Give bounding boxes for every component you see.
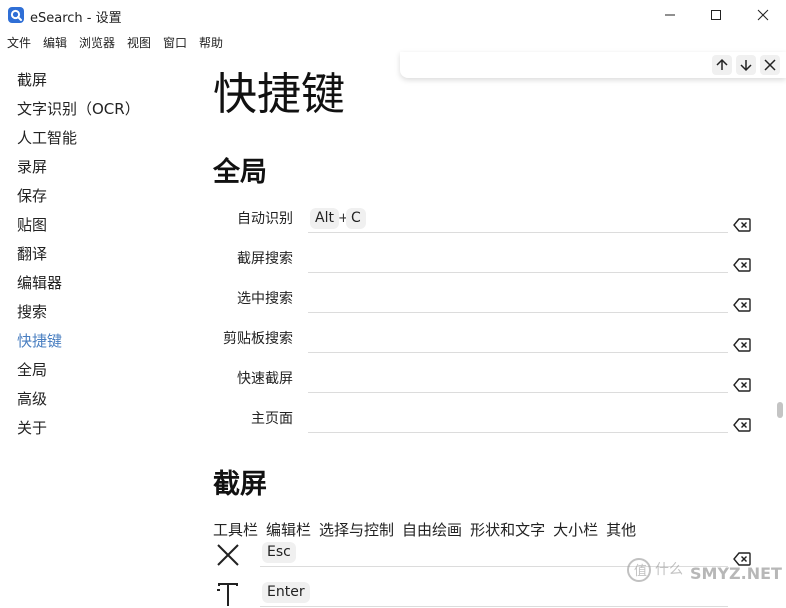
- sidebar-item-about[interactable]: 关于: [17, 417, 47, 438]
- close-icon: [757, 9, 769, 21]
- menu-help[interactable]: 帮助: [199, 34, 223, 51]
- sidebar-item-save[interactable]: 保存: [17, 185, 47, 206]
- svg-text:值: 值: [634, 563, 647, 579]
- shortcut-field-auto-ocr[interactable]: Alt + C: [308, 206, 728, 233]
- sidebar-item-ai[interactable]: 人工智能: [17, 127, 77, 148]
- shortcut-label-auto-ocr: 自动识别: [237, 211, 293, 227]
- sidebar-item-translate[interactable]: 翻译: [17, 243, 47, 264]
- esearch-app-icon: [8, 7, 24, 23]
- clear-shortcut-icon[interactable]: [733, 378, 751, 392]
- clear-shortcut-icon[interactable]: [733, 258, 751, 272]
- sidebar-item-advanced[interactable]: 高级: [17, 388, 47, 409]
- shortcut-label-screenshot-search: 截屏搜索: [237, 251, 293, 267]
- find-close-button[interactable]: [760, 55, 780, 75]
- screenshot-tabs: 工具栏 编辑栏 选择与控制 自由绘画 形状和文字 大小栏 其他: [213, 519, 644, 540]
- close-icon: [217, 544, 239, 566]
- watermark: 值 什么 SMYZ.NET: [625, 548, 785, 588]
- menu-window[interactable]: 窗口: [163, 34, 187, 51]
- maximize-button[interactable]: [693, 0, 739, 30]
- shortcut-field-selection-search[interactable]: [308, 286, 728, 313]
- sidebar-item-search[interactable]: 搜索: [17, 301, 47, 322]
- key-chip: Esc: [262, 542, 296, 563]
- shortcut-label-main-page: 主页面: [251, 411, 293, 427]
- shortcut-field-clipboard-search[interactable]: [308, 326, 728, 353]
- menu-edit[interactable]: 编辑: [43, 34, 67, 51]
- page-title: 快捷键: [213, 69, 345, 120]
- tab-toolbar[interactable]: 工具栏: [213, 521, 258, 539]
- tab-size-bar[interactable]: 大小栏: [553, 521, 598, 539]
- scrollbar-thumb[interactable]: [777, 402, 783, 418]
- section-title-screenshot: 截屏: [213, 469, 267, 500]
- watermark-logo-icon: 值 什么: [627, 558, 683, 582]
- sidebar-item-screenshot[interactable]: 截屏: [17, 69, 47, 90]
- find-bar: [400, 52, 786, 78]
- key-chip: Alt: [310, 208, 339, 229]
- close-window-button[interactable]: [740, 0, 786, 30]
- minimize-icon: [665, 14, 675, 16]
- title-bar: eSearch - 设置: [0, 0, 786, 30]
- tab-shape-text[interactable]: 形状和文字: [470, 521, 545, 539]
- watermark-text: SMYZ.NET: [690, 564, 782, 583]
- key-chip: C: [346, 208, 366, 229]
- sidebar-item-editor[interactable]: 编辑器: [17, 272, 62, 293]
- shortcut-field-quick-screenshot[interactable]: [308, 366, 728, 393]
- settings-sidebar: 截屏 文字识别（OCR） 人工智能 录屏 保存 贴图 翻译 编辑器 搜索 快捷键…: [0, 52, 190, 593]
- menu-view[interactable]: 视图: [127, 34, 151, 51]
- tab-other[interactable]: 其他: [606, 521, 636, 539]
- shortcut-field-screenshot-search[interactable]: [308, 246, 728, 273]
- svg-text:什么: 什么: [655, 562, 683, 578]
- shortcut-label-selection-search: 选中搜索: [237, 291, 293, 307]
- arrow-up-icon: [716, 58, 728, 70]
- clear-shortcut-icon[interactable]: [733, 338, 751, 352]
- section-title-global: 全局: [213, 157, 267, 188]
- sidebar-item-ocr[interactable]: 文字识别（OCR）: [17, 98, 140, 119]
- shortcut-label-quick-screenshot: 快速截屏: [237, 371, 293, 387]
- shortcut-field-main-page[interactable]: [308, 406, 728, 433]
- menu-bar: 文件 编辑 浏览器 视图 窗口 帮助: [0, 30, 786, 52]
- minimize-button[interactable]: [647, 0, 693, 30]
- sidebar-item-shortcuts[interactable]: 快捷键: [17, 330, 62, 351]
- settings-content: 快捷键 全局 自动识别 Alt + C 截屏搜索 选中搜索 剪贴板搜索 快速截屏…: [190, 52, 786, 607]
- tab-free-draw[interactable]: 自由绘画: [402, 521, 462, 539]
- tab-select-control[interactable]: 选择与控制: [319, 521, 394, 539]
- clear-shortcut-icon[interactable]: [733, 218, 751, 232]
- find-previous-button[interactable]: [712, 55, 732, 75]
- arrow-down-icon: [740, 60, 752, 72]
- window-title: eSearch - 设置: [30, 11, 122, 26]
- close-icon: [764, 59, 776, 71]
- text-icon: [217, 583, 238, 606]
- find-next-button[interactable]: [736, 55, 756, 75]
- menu-file[interactable]: 文件: [7, 34, 31, 51]
- shortcut-label-clipboard-search: 剪贴板搜索: [223, 331, 293, 347]
- tab-editbar[interactable]: 编辑栏: [266, 521, 311, 539]
- menu-browser[interactable]: 浏览器: [79, 34, 115, 51]
- sidebar-item-sticker[interactable]: 贴图: [17, 214, 47, 235]
- clear-shortcut-icon[interactable]: [733, 418, 751, 432]
- clear-shortcut-icon[interactable]: [733, 298, 751, 312]
- sidebar-item-recording[interactable]: 录屏: [17, 156, 47, 177]
- maximize-icon: [711, 10, 721, 20]
- sidebar-item-global[interactable]: 全局: [17, 359, 47, 380]
